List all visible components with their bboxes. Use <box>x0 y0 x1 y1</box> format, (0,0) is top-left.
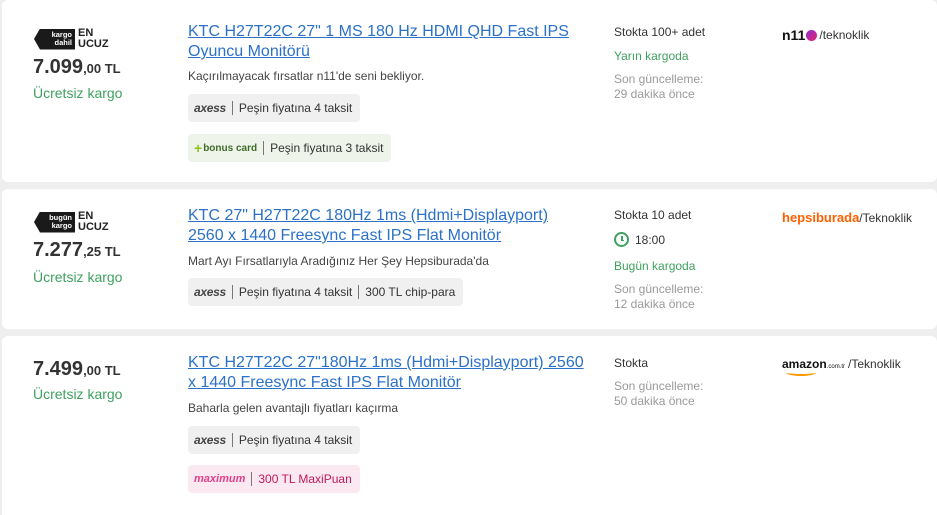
price: 7.099,00 TL <box>33 56 121 79</box>
price-currency: ,00 TL <box>83 61 121 76</box>
stock-status: Stokta <box>614 356 649 370</box>
free-shipping-label: Ücretsiz kargo <box>33 269 123 285</box>
price-integer: 7.277 <box>33 239 84 261</box>
axess-logo: axess <box>194 433 226 447</box>
amazon-smile-icon <box>786 369 816 376</box>
divider <box>231 101 233 115</box>
price-currency: ,25 TL <box>83 244 121 259</box>
maximum-logo: maximum <box>194 473 246 485</box>
price-currency: ,00 TL <box>83 363 121 378</box>
badge-box: kargo dahil <box>34 28 75 50</box>
price-integer: 7.499 <box>33 358 84 380</box>
free-shipping-label: Ücretsiz kargo <box>33 386 123 402</box>
cutoff-time: 18:00 <box>614 232 665 247</box>
offer-card[interactable]: 7.499,00 TL Ücretsiz kargo KTC H27T22C 2… <box>2 336 937 515</box>
last-updated: Son güncelleme: 50 dakika önce <box>614 379 704 408</box>
stock-status: Stokta 10 adet <box>614 208 692 222</box>
product-title-link[interactable]: KTC H27T22C 27"180Hz 1ms (Hdmi+Displaypo… <box>188 353 588 393</box>
installment-label: Peşin fiyatına 3 taksit <box>270 141 384 155</box>
seller[interactable]: hepsiburada /Teknoklik <box>782 210 912 225</box>
badge-box: bugün kargo <box>34 211 75 233</box>
plus-icon: + <box>194 140 203 156</box>
axess-logo: axess <box>194 285 226 299</box>
n11-logo: n11 <box>782 27 819 43</box>
offer-card[interactable]: bugün kargo EN UCUZ 7.277,25 TL Ücretsiz… <box>2 189 937 329</box>
offer-description: Mart Ayı Fırsatlarıyla Aradığınız Her Şe… <box>188 254 489 268</box>
chip-para-label: 300 TL chip-para <box>365 285 456 299</box>
badge-text-2: UCUZ <box>78 38 109 50</box>
last-updated: Son güncelleme: 29 dakika önce <box>614 72 704 101</box>
divider <box>231 285 233 299</box>
stock-status: Stokta 100+ adet <box>614 25 706 39</box>
hepsiburada-logo: hepsiburada <box>782 210 860 225</box>
price: 7.277,25 TL <box>33 239 121 262</box>
divider <box>251 472 253 486</box>
installment-pill: maximum 300 TL MaxiPuan <box>188 465 360 493</box>
clock-icon <box>614 232 629 247</box>
seller-name: /Teknoklik <box>848 357 901 371</box>
product-title-link[interactable]: KTC H27T22C 27" 1 MS 180 Hz HDMI QHD Fas… <box>188 22 588 62</box>
installment-pill: axess Peşin fiyatına 4 taksit <box>188 426 361 454</box>
product-title-link[interactable]: KTC 27" H27T22C 180Hz 1ms (Hdmi+Displayp… <box>188 206 588 246</box>
offer-description: Baharla gelen avantajlı fiyatları kaçırm… <box>188 401 399 415</box>
seller-name: /teknoklik <box>819 28 870 42</box>
seller[interactable]: amazon.com.tr /Teknoklik <box>782 357 901 376</box>
cheapest-badge: bugün kargo EN UCUZ <box>34 211 109 233</box>
last-updated: Son güncelleme: 12 dakika önce <box>614 282 704 311</box>
installment-label: Peşin fiyatına 4 taksit <box>238 433 353 447</box>
seller-name: /Teknoklik <box>859 210 912 225</box>
axess-logo: axess <box>194 101 226 115</box>
delivery-status: Bugün kargoda <box>614 259 696 273</box>
price-integer: 7.099 <box>33 56 84 78</box>
offer-card[interactable]: kargo dahil EN UCUZ 7.099,00 TL Ücretsiz… <box>2 0 937 182</box>
offer-description: Kaçırılmayacak fırsatlar n11'de seni bek… <box>188 69 425 83</box>
divider <box>263 141 265 155</box>
bonus-card-logo: + bonus card <box>194 140 258 156</box>
amazon-logo: amazon.com.tr <box>782 357 845 376</box>
installment-label: Peşin fiyatına 4 taksit <box>238 285 353 299</box>
cheapest-badge: kargo dahil EN UCUZ <box>34 28 109 50</box>
badge-text-2: UCUZ <box>78 221 109 233</box>
installment-pill: + bonus card Peşin fiyatına 3 taksit <box>188 134 392 162</box>
delivery-status: Yarın kargoda <box>614 49 689 63</box>
free-shipping-label: Ücretsiz kargo <box>33 85 123 101</box>
n11-dot-icon <box>806 29 818 41</box>
seller[interactable]: n11 /teknoklik <box>782 27 869 43</box>
divider <box>231 433 233 447</box>
maxipuan-label: 300 TL MaxiPuan <box>258 472 352 486</box>
divider <box>358 285 360 299</box>
installment-pill: axess Peşin fiyatına 4 taksit 300 TL chi… <box>188 278 464 306</box>
installment-label: Peşin fiyatına 4 taksit <box>238 101 353 115</box>
price: 7.499,00 TL <box>33 358 121 381</box>
installment-pill: axess Peşin fiyatına 4 taksit <box>188 94 361 122</box>
